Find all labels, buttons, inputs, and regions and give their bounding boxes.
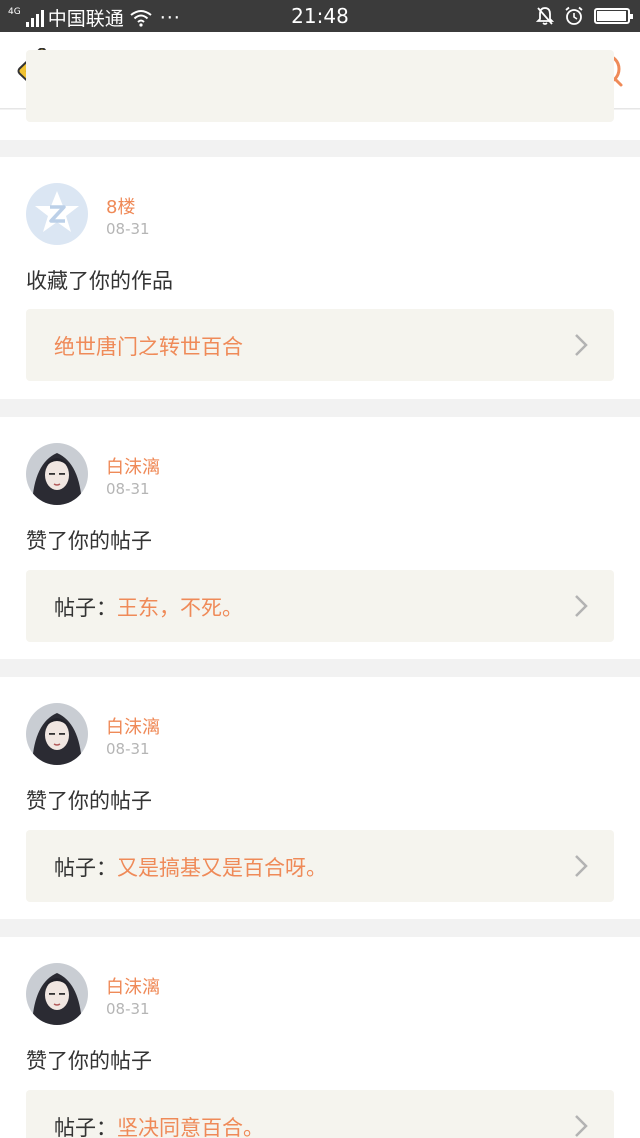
message-action: 赞了你的帖子	[26, 1049, 152, 1073]
linked-item-partial[interactable]	[26, 50, 614, 122]
message-action: 赞了你的帖子	[26, 529, 152, 553]
username[interactable]: 白沫漓	[106, 453, 160, 479]
message-card: 白沫漓 08-31 赞了你的帖子 帖子：坚决同意百合。	[0, 937, 640, 1138]
message-card: 8楼 08-31 收藏了你的作品 绝世唐门之转世百合	[0, 157, 640, 399]
chevron-right-icon	[575, 1115, 588, 1137]
mute-bell-icon	[536, 7, 554, 25]
message-card: 白沫漓 08-31 赞了你的帖子 帖子：王东，不死。	[0, 417, 640, 659]
chevron-right-icon	[575, 334, 588, 356]
battery-icon	[594, 8, 633, 24]
linked-item-title: 绝世唐门之转世百合	[54, 335, 243, 359]
alarm-icon	[565, 6, 583, 25]
linked-item-title: 王东，不死。	[117, 596, 243, 620]
message-action: 收藏了你的作品	[26, 269, 173, 293]
linked-item[interactable]: 帖子：坚决同意百合。	[26, 1090, 614, 1138]
linked-item-prefix: 帖子：	[54, 596, 117, 620]
status-bar: 4G 中国联通 ··· 21:48	[0, 0, 640, 32]
user-avatar[interactable]	[26, 703, 88, 765]
status-right	[536, 6, 633, 26]
linked-item-text: 绝世唐门之转世百合	[54, 331, 243, 361]
username[interactable]: 8楼	[106, 193, 135, 219]
linked-item[interactable]: 帖子：又是搞基又是百合呀。	[26, 830, 614, 902]
message-date: 08-31	[106, 740, 150, 758]
message-card: 白沫漓 08-31 赞了你的帖子 帖子：又是搞基又是百合呀。	[0, 677, 640, 919]
linked-item[interactable]: 绝世唐门之转世百合	[26, 309, 614, 381]
linked-item-text: 帖子：坚决同意百合。	[54, 1112, 264, 1138]
linked-item-title: 坚决同意百合。	[117, 1116, 264, 1138]
linked-item[interactable]: 帖子：王东，不死。	[26, 570, 614, 642]
battery-level	[597, 11, 626, 21]
message-date: 08-31	[106, 480, 150, 498]
user-avatar[interactable]	[26, 963, 88, 1025]
linked-item-prefix: 帖子：	[54, 856, 117, 880]
messages-screen: 4G 中国联通 ··· 21:48 8楼 08-31 收藏了你的作品 绝世唐门之…	[0, 0, 640, 1138]
username[interactable]: 白沫漓	[106, 973, 160, 999]
message-card-partial	[0, 50, 640, 140]
linked-item-prefix: 帖子：	[54, 1116, 117, 1138]
chevron-right-icon	[575, 595, 588, 617]
linked-item-title: 又是搞基又是百合呀。	[117, 856, 327, 880]
linked-item-text: 帖子：又是搞基又是百合呀。	[54, 852, 327, 882]
message-action: 赞了你的帖子	[26, 789, 152, 813]
message-date: 08-31	[106, 1000, 150, 1018]
linked-item-text: 帖子：王东，不死。	[54, 592, 243, 622]
chevron-right-icon	[575, 855, 588, 877]
default-avatar-icon[interactable]	[26, 183, 88, 245]
username[interactable]: 白沫漓	[106, 713, 160, 739]
user-avatar[interactable]	[26, 443, 88, 505]
message-date: 08-31	[106, 220, 150, 238]
